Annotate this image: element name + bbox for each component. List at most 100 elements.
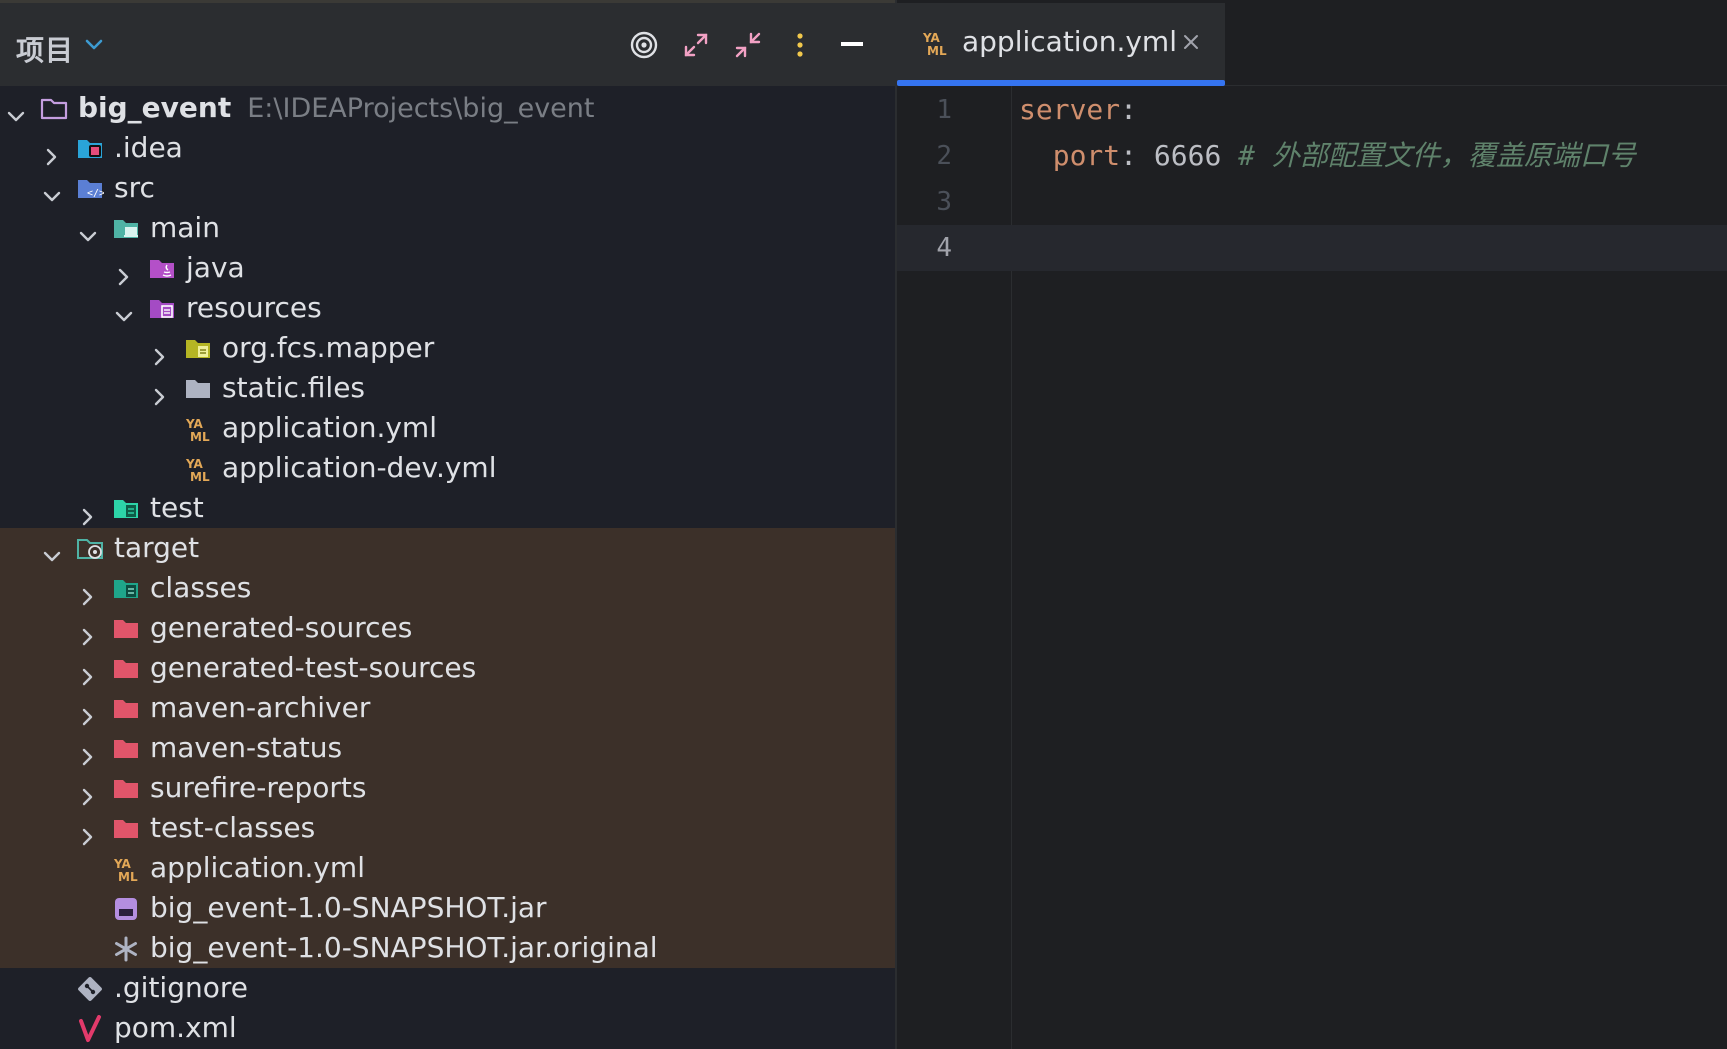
tree-node-generated-test-sources[interactable]: generated-test-sources <box>0 648 895 688</box>
chevron-right-icon[interactable] <box>150 378 170 406</box>
tree-label: surefire-reports <box>150 771 367 804</box>
yaml-colon: : <box>1120 139 1138 172</box>
project-panel-header: 项目 <box>0 3 895 86</box>
chevron-down-icon[interactable] <box>114 298 134 322</box>
java-folder-icon <box>148 254 176 282</box>
yaml-icon: YA ML <box>921 29 949 58</box>
current-code-line[interactable]: 4 <box>897 225 1727 271</box>
code-line[interactable]: 2 port: 6666 # 外部配置文件，覆盖原端口号 <box>897 133 1727 179</box>
svg-text:ML: ML <box>927 44 947 57</box>
tree-node-main[interactable]: main <box>0 208 895 248</box>
chevron-down-icon[interactable] <box>42 178 62 202</box>
yaml-icon: YA ML <box>184 414 212 444</box>
jar-archive-icon <box>112 894 140 922</box>
tree-node-snapshot-jar[interactable]: big_event-1.0-SNAPSHOT.jar <box>0 888 895 928</box>
chevron-right-icon[interactable] <box>78 818 98 846</box>
tree-label: test <box>150 491 204 524</box>
collapse-all-icon[interactable] <box>732 29 764 61</box>
package-folder-icon <box>184 334 212 362</box>
yaml-key: server <box>1019 93 1121 126</box>
tree-node-classes[interactable]: classes <box>0 568 895 608</box>
close-icon[interactable] <box>1180 31 1202 53</box>
code-line[interactable]: 3 <box>897 179 1727 225</box>
tree-label: main <box>150 211 220 244</box>
tree-node-test-classes[interactable]: test-classes <box>0 808 895 848</box>
tree-node-application-dev-yml[interactable]: YA ML application-dev.yml <box>0 448 895 488</box>
svg-text:YA: YA <box>185 457 204 471</box>
code-text[interactable]: server: <box>1019 87 1137 133</box>
tree-label: generated-test-sources <box>150 651 477 684</box>
code-text[interactable]: port: 6666 # 外部配置文件，覆盖原端口号 <box>1019 133 1636 179</box>
yaml-colon: : <box>1120 93 1138 126</box>
tree-label: classes <box>150 571 252 604</box>
yaml-comment: # 外部配置文件，覆盖原端口号 <box>1238 139 1636 172</box>
project-view-selector[interactable]: 项目 <box>16 29 74 69</box>
tab-label: application.yml <box>962 25 1177 58</box>
tree-node-target[interactable]: target <box>0 528 895 568</box>
tree-node-surefire-reports[interactable]: surefire-reports <box>0 768 895 808</box>
chevron-right-icon[interactable] <box>42 138 62 166</box>
tree-label: generated-sources <box>150 611 413 644</box>
chevron-right-icon[interactable] <box>78 498 98 526</box>
tree-label: maven-status <box>150 731 343 764</box>
editor-tab-application-yml[interactable]: YA ML application.yml <box>897 3 1225 86</box>
editor-tab-bar: YA ML application.yml <box>897 0 1727 86</box>
chevron-down-icon[interactable] <box>78 218 98 242</box>
chevron-right-icon[interactable] <box>78 778 98 806</box>
tree-node-application-yml[interactable]: YA ML application.yml <box>0 408 895 448</box>
maven-icon <box>76 1014 104 1042</box>
tree-node-gitignore[interactable]: .gitignore <box>0 968 895 1008</box>
tree-node-target-application-yml[interactable]: YA ML application.yml <box>0 848 895 888</box>
minimize-icon[interactable] <box>836 29 868 61</box>
tree-node-resources[interactable]: resources <box>0 288 895 328</box>
tree-node-test[interactable]: test <box>0 488 895 528</box>
tree-node-maven-archiver[interactable]: maven-archiver <box>0 688 895 728</box>
target-icon[interactable] <box>628 29 660 61</box>
chevron-down-icon[interactable] <box>84 37 104 53</box>
chevron-right-icon[interactable] <box>114 258 134 286</box>
tree-node-static-files[interactable]: static.files <box>0 368 895 408</box>
chevron-right-icon[interactable] <box>78 698 98 726</box>
line-number: 2 <box>936 141 952 171</box>
yaml-key: port <box>1052 139 1121 172</box>
folder-icon <box>184 374 212 402</box>
excluded-folder-icon <box>112 734 140 762</box>
idea-folder-icon <box>76 134 104 162</box>
yaml-icon: YA ML <box>112 854 140 884</box>
svg-text:ML: ML <box>190 470 210 483</box>
tree-node-src[interactable]: </> src <box>0 168 895 208</box>
chevron-right-icon[interactable] <box>78 618 98 646</box>
tree-label: .idea <box>114 131 183 164</box>
chevron-right-icon[interactable] <box>78 658 98 686</box>
expand-all-icon[interactable] <box>680 29 712 61</box>
tree-node-generated-sources[interactable]: generated-sources <box>0 608 895 648</box>
project-tool-window: 项目 big_event E:\IDEAProjects\big_event .… <box>0 0 895 1049</box>
tree-label: maven-archiver <box>150 691 371 724</box>
code-editor: YA ML application.yml 1 server: 2 port: 6… <box>897 0 1727 1049</box>
tree-label: src <box>114 171 155 204</box>
chevron-down-icon[interactable] <box>42 538 62 562</box>
chevron-right-icon[interactable] <box>78 738 98 766</box>
tree-node-org-fcs-mapper[interactable]: org.fcs.mapper <box>0 328 895 368</box>
tree-node-pom-xml[interactable]: pom.xml <box>0 1008 895 1048</box>
tree-node-idea[interactable]: .idea <box>0 128 895 168</box>
tree-node-java[interactable]: java <box>0 248 895 288</box>
more-vertical-icon[interactable] <box>784 29 816 61</box>
excluded-folder-icon <box>112 614 140 642</box>
yaml-icon: YA ML <box>184 454 212 484</box>
source-folder-icon: </> <box>76 174 105 202</box>
tree-node-big-event[interactable]: big_event E:\IDEAProjects\big_event <box>0 88 895 128</box>
svg-text:ML: ML <box>118 870 138 883</box>
code-line[interactable]: 1 server: <box>897 87 1727 133</box>
chevron-down-icon[interactable] <box>6 98 26 122</box>
tree-node-snapshot-jar-original[interactable]: big_event-1.0-SNAPSHOT.jar.original <box>0 928 895 968</box>
tree-node-maven-status[interactable]: maven-status <box>0 728 895 768</box>
svg-text:</>: </> <box>87 188 104 199</box>
chevron-right-icon[interactable] <box>78 578 98 606</box>
main-folder-icon <box>112 214 140 242</box>
excluded-folder-icon <box>76 534 104 562</box>
tree-label: test-classes <box>150 811 316 844</box>
project-path: E:\IDEAProjects\big_event <box>247 93 595 124</box>
chevron-right-icon[interactable] <box>150 338 170 366</box>
project-tree: big_event E:\IDEAProjects\big_event .idea… <box>0 88 895 1048</box>
